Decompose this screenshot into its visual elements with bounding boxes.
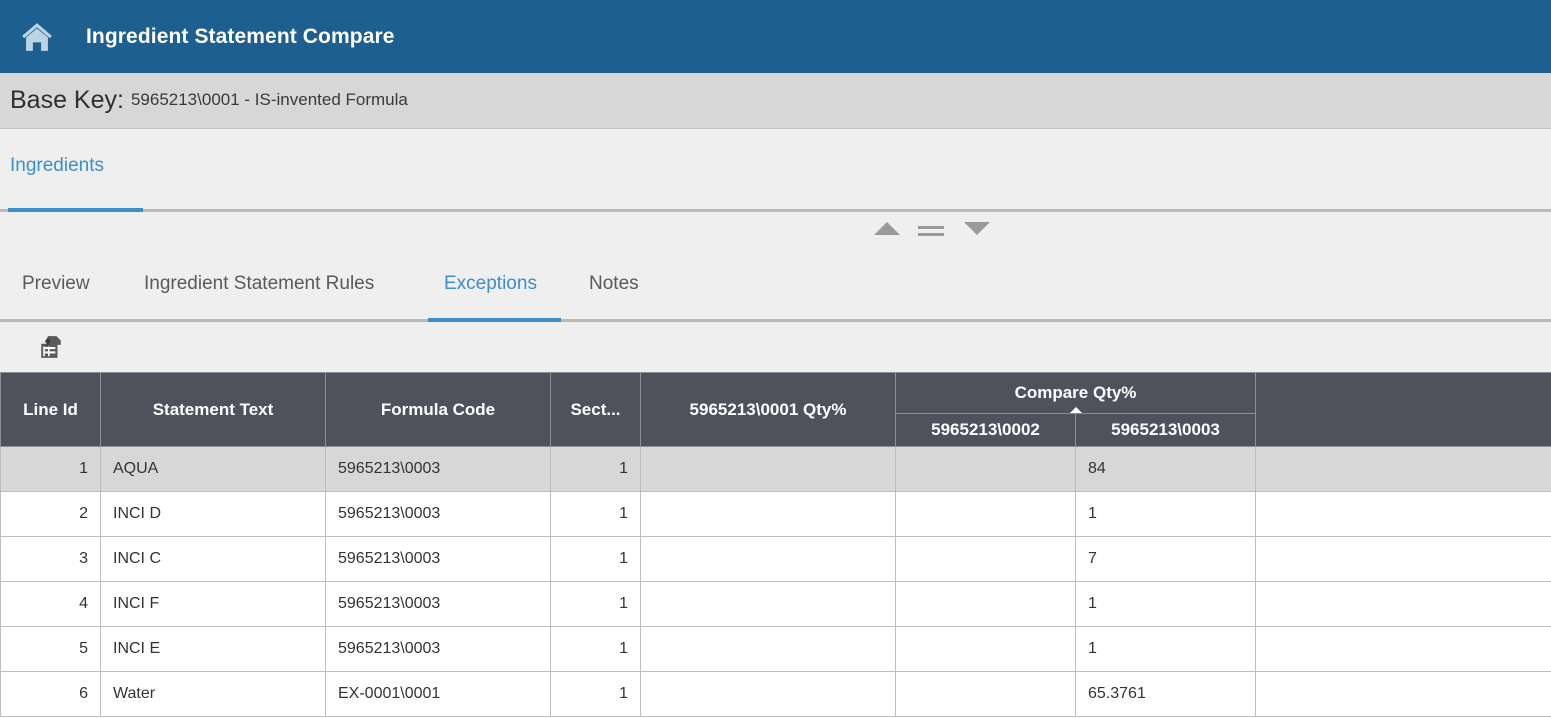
tab-preview[interactable]: Preview (22, 273, 90, 295)
cell-filler (1256, 627, 1551, 672)
collapse-down-button[interactable] (964, 222, 990, 235)
cell-formula-code: 5965213\0003 (326, 447, 551, 492)
table-row[interactable]: 5 INCI E 5965213\0003 1 1 (1, 627, 1551, 672)
cell-line-id: 3 (1, 537, 101, 582)
cell-base-qty (641, 447, 896, 492)
inner-tab-underline (0, 319, 1551, 322)
cell-filler (1256, 582, 1551, 627)
col-header-base-qty[interactable]: 5965213\0001 Qty% (641, 373, 896, 447)
app-header-bar: Ingredient Statement Compare (0, 0, 1551, 73)
cell-statement-text: Water (101, 672, 326, 717)
grid-body: 1 AQUA 5965213\0003 1 84 2 INCI D 596521… (1, 447, 1551, 717)
export-to-spreadsheet-icon[interactable] (38, 334, 64, 360)
cell-line-id: 6 (1, 672, 101, 717)
exceptions-grid: Line Id Statement Text Formula Code Sect… (0, 372, 1551, 717)
cell-section: 1 (551, 582, 641, 627)
cell-compare-b: 1 (1076, 582, 1256, 627)
cell-formula-code: 5965213\0003 (326, 537, 551, 582)
restore-split-button[interactable] (918, 222, 944, 240)
cell-section: 1 (551, 447, 641, 492)
inner-tab-strip: Preview Ingredient Statement Rules Excep… (0, 254, 1551, 322)
cell-formula-code: 5965213\0003 (326, 627, 551, 672)
cell-statement-text: INCI E (101, 627, 326, 672)
cell-base-qty (641, 537, 896, 582)
cell-compare-a (896, 447, 1076, 492)
cell-compare-b: 7 (1076, 537, 1256, 582)
table-row[interactable]: 3 INCI C 5965213\0003 1 7 (1, 537, 1551, 582)
cell-compare-b: 84 (1076, 447, 1256, 492)
cell-statement-text: INCI C (101, 537, 326, 582)
cell-statement-text: INCI F (101, 582, 326, 627)
col-header-statement-text[interactable]: Statement Text (101, 373, 326, 447)
cell-base-qty (641, 672, 896, 717)
col-header-formula-code[interactable]: Formula Code (326, 373, 551, 447)
table-row[interactable]: 2 INCI D 5965213\0003 1 1 (1, 492, 1551, 537)
exceptions-grid-container: Line Id Statement Text Formula Code Sect… (0, 372, 1551, 717)
cell-filler (1256, 447, 1551, 492)
cell-line-id: 1 (1, 447, 101, 492)
cell-formula-code: 5965213\0003 (326, 492, 551, 537)
cell-compare-a (896, 492, 1076, 537)
cell-compare-b: 65.3761 (1076, 672, 1256, 717)
cell-formula-code: EX-0001\0001 (326, 672, 551, 717)
col-header-section[interactable]: Sect... (551, 373, 641, 447)
cell-base-qty (641, 627, 896, 672)
base-key-value: 5965213\0001 - IS-invented Formula (131, 90, 408, 112)
triangle-up-icon (874, 222, 900, 235)
cell-base-qty (641, 492, 896, 537)
tab-ingredient-statement-rules[interactable]: Ingredient Statement Rules (144, 273, 374, 295)
grid-toolbar (0, 322, 1551, 372)
cell-line-id: 5 (1, 627, 101, 672)
grid-header: Line Id Statement Text Formula Code Sect… (1, 373, 1551, 447)
cell-statement-text: AQUA (101, 447, 326, 492)
col-header-line-id[interactable]: Line Id (1, 373, 101, 447)
cell-filler (1256, 672, 1551, 717)
cell-section: 1 (551, 537, 641, 582)
col-header-compare-qty-group[interactable]: Compare Qty% (896, 373, 1256, 414)
cell-section: 1 (551, 672, 641, 717)
cell-compare-a (896, 627, 1076, 672)
col-header-compare-a[interactable]: 5965213\0002 (896, 414, 1076, 447)
cell-formula-code: 5965213\0003 (326, 582, 551, 627)
triangle-down-icon (964, 222, 990, 235)
table-row[interactable]: 1 AQUA 5965213\0003 1 84 (1, 447, 1551, 492)
outer-tab-strip: Ingredients (0, 129, 1551, 212)
collapse-up-button[interactable] (874, 222, 900, 235)
tab-notes[interactable]: Notes (589, 273, 639, 295)
cell-compare-b: 1 (1076, 627, 1256, 672)
cell-line-id: 4 (1, 582, 101, 627)
table-row[interactable]: 6 Water EX-0001\0001 1 65.3761 (1, 672, 1551, 717)
cell-section: 1 (551, 492, 641, 537)
splitter-control-row (0, 212, 1551, 254)
cell-compare-a (896, 672, 1076, 717)
cell-filler (1256, 537, 1551, 582)
app-title: Ingredient Statement Compare (86, 25, 395, 49)
cell-compare-a (896, 537, 1076, 582)
equals-handle-icon (918, 222, 944, 240)
cell-section: 1 (551, 627, 641, 672)
cell-line-id: 2 (1, 492, 101, 537)
home-icon[interactable] (18, 18, 56, 56)
tab-exceptions[interactable]: Exceptions (444, 273, 537, 295)
cell-statement-text: INCI D (101, 492, 326, 537)
cell-base-qty (641, 582, 896, 627)
col-header-filler (1256, 373, 1551, 447)
cell-compare-b: 1 (1076, 492, 1256, 537)
tab-ingredients[interactable]: Ingredients (10, 155, 104, 187)
inner-tab-active-indicator (428, 318, 561, 322)
base-key-label: Base Key: (10, 86, 124, 115)
col-header-compare-b[interactable]: 5965213\0003 (1076, 414, 1256, 447)
cell-filler (1256, 492, 1551, 537)
cell-compare-a (896, 582, 1076, 627)
base-key-bar: Base Key: 5965213\0001 - IS-invented For… (0, 73, 1551, 129)
table-row[interactable]: 4 INCI F 5965213\0003 1 1 (1, 582, 1551, 627)
